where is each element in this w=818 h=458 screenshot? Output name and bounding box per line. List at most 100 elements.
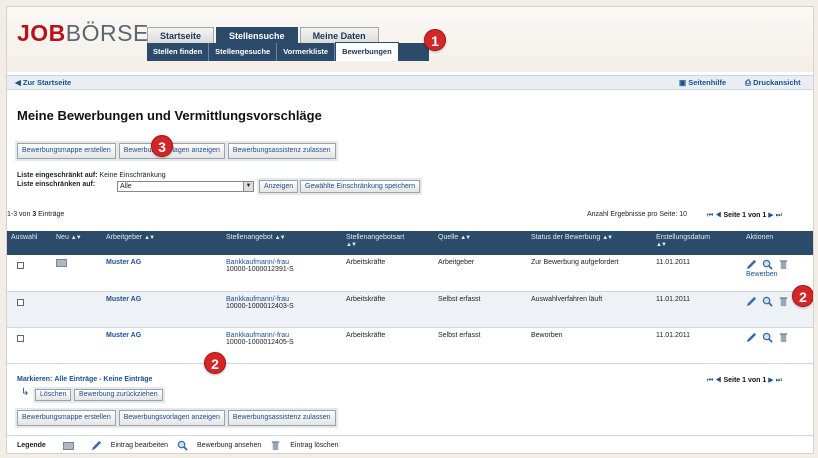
create-portfolio-button-bottom[interactable]: Bewerbungsmappe erstellen — [17, 410, 116, 426]
help-link[interactable]: ▣ Seitenhilfe — [679, 78, 726, 87]
offer-type: Arbeitskräfte — [342, 291, 434, 328]
col-stellenangebot[interactable]: Stellenangebot ▲▼ — [222, 231, 342, 255]
row-checkbox[interactable] — [17, 298, 24, 306]
row-actions — [742, 327, 813, 364]
trash-icon[interactable] — [778, 332, 789, 343]
next-page-icon[interactable]: ▶ — [768, 212, 773, 219]
back-link[interactable]: ◀ Zur Startseite — [15, 78, 71, 87]
subnav-bewerbungen[interactable]: Bewerbungen — [335, 42, 399, 61]
pencil-icon[interactable] — [746, 296, 757, 307]
first-page-icon[interactable]: ⏮ — [707, 212, 713, 219]
new-cell — [52, 327, 102, 364]
result-count-suffix: Einträge — [38, 211, 65, 218]
offer-cell[interactable]: Bankkaufmann/-frau 10000-1000012403-S — [222, 291, 342, 328]
logo[interactable]: JOBBÖRSE➤ — [17, 20, 159, 49]
row-checkbox[interactable] — [17, 334, 24, 342]
trash-icon[interactable] — [778, 296, 789, 307]
row-checkbox[interactable] — [17, 262, 24, 269]
allow-assistance-button[interactable]: Bewerbungsassistenz zulassen — [227, 143, 336, 159]
col-erstellungsdatum[interactable]: Erstellungsdatum ▲▼ — [652, 231, 742, 255]
col-neu-label: Neu — [56, 234, 69, 241]
tab-stellensuche[interactable]: Stellensuche — [216, 27, 298, 43]
magnifier-icon[interactable] — [762, 332, 773, 343]
next-page-icon[interactable]: ▶ — [768, 377, 773, 384]
apply-link[interactable]: Bewerben — [746, 271, 811, 278]
filter-value-restricted: Keine Einschränkung — [99, 172, 166, 179]
envelope-icon — [62, 441, 74, 450]
col-erstellungsdatum-label: Erstellungsdatum — [656, 234, 711, 241]
offer-type: Arbeitskräfte — [342, 327, 434, 364]
prev-page-icon[interactable]: ◀ — [715, 212, 721, 219]
callout-badge-3: 3 — [151, 135, 173, 157]
offer-type: Arbeitskräfte — [342, 255, 434, 292]
source: Arbeitgeber — [434, 255, 527, 292]
utility-bar: ◀ Zur Startseite ▣ Seitenhilfe ⎙ Druckan… — [7, 75, 813, 90]
application-status: Auswahlverfahren läuft — [527, 291, 652, 328]
magnifier-icon[interactable] — [762, 296, 773, 307]
trash-icon[interactable] — [778, 259, 789, 270]
tab-meine-daten[interactable]: Meine Daten — [299, 27, 379, 43]
source: Selbst erfasst — [434, 291, 527, 328]
table-header-row: Auswahl Neu ▲▼ Arbeitgeber ▲▼ Stellenang… — [7, 231, 813, 255]
result-count-prefix: 1-3 von — [7, 211, 31, 218]
last-page-icon[interactable]: ⏭ — [776, 212, 782, 219]
page-frame: JOBBÖRSE➤ Startseite Stellensuche Meine … — [6, 6, 814, 454]
delete-button[interactable]: Löschen — [35, 389, 72, 401]
col-neu[interactable]: Neu ▲▼ — [52, 231, 102, 255]
last-page-icon[interactable]: ⏭ — [776, 377, 782, 384]
col-quelle[interactable]: Quelle ▲▼ — [434, 231, 527, 255]
show-button[interactable]: Anzeigen — [259, 180, 299, 193]
sort-icon: ▲▼ — [144, 235, 155, 241]
print-link[interactable]: ⎙ Druckansicht — [745, 78, 801, 88]
offer-cell[interactable]: Bankkaufmann/-frau 10000-1000012391-S — [222, 255, 342, 292]
col-auswahl: Auswahl — [7, 231, 52, 255]
col-status[interactable]: Status der Bewerbung ▲▼ — [527, 231, 652, 255]
mark-all-link[interactable]: Alle Einträge — [54, 376, 97, 383]
results-per-page: Anzahl Ergebnisse pro Seite: 10 — [587, 211, 688, 218]
pencil-icon — [91, 440, 101, 451]
withdraw-button[interactable]: Bewerbung zurückziehen — [74, 389, 163, 401]
offer-title: Bankkaufmann/-frau — [226, 331, 290, 339]
filter-select[interactable]: Alle ▼ — [117, 181, 254, 192]
subnav-vormerkliste[interactable]: Vormerkliste — [277, 43, 336, 61]
offer-cell[interactable]: Bankkaufmann/-frau 10000-1000012405-S — [222, 327, 342, 364]
sort-icon: ▲▼ — [274, 235, 286, 241]
pencil-icon[interactable] — [746, 259, 757, 270]
application-status: Zur Bewerbung aufgefordert — [527, 255, 652, 292]
offer-id: 10000-1000012403-S — [226, 302, 294, 310]
sort-icon: ▲▼ — [460, 235, 471, 241]
employer-link[interactable]: Muster AG — [102, 291, 222, 328]
page-indicator: Seite 1 von 1 — [723, 212, 767, 219]
show-templates-button-bottom[interactable]: Bewerbungsvorlagen anzeigen — [118, 410, 225, 426]
allow-assistance-button-bottom[interactable]: Bewerbungsassistenz zulassen — [227, 410, 336, 426]
main-tabs: Startseite Stellensuche Meine Daten — [147, 27, 379, 43]
page-indicator: Seite 1 von 1 — [723, 377, 767, 384]
save-filter-button[interactable]: Gewählte Einschränkung speichern — [300, 180, 421, 193]
sort-icon: ▲▼ — [346, 242, 357, 248]
logo-borse: BÖRSE — [65, 20, 149, 46]
subnav-stellengesuche[interactable]: Stellengesuche — [209, 43, 278, 61]
header: JOBBÖRSE➤ Startseite Stellensuche Meine … — [7, 7, 813, 72]
offer-title: Bankkaufmann/-frau — [226, 295, 290, 303]
magnifier-icon — [177, 440, 188, 451]
prev-page-icon[interactable]: ◀ — [715, 377, 721, 384]
col-stellenangebotsart[interactable]: Stellenangebotsart ▲▼ — [342, 231, 434, 255]
tab-startseite[interactable]: Startseite — [147, 27, 215, 43]
col-stellenangebotsart-label: Stellenangebotsart — [346, 234, 405, 241]
sort-icon: ▲▼ — [602, 235, 613, 241]
col-arbeitgeber[interactable]: Arbeitgeber ▲▼ — [102, 231, 222, 255]
magnifier-icon[interactable] — [762, 259, 773, 270]
pencil-icon[interactable] — [746, 332, 757, 343]
subnav-stellen-finden[interactable]: Stellen finden — [147, 43, 210, 61]
employer-link[interactable]: Muster AG — [102, 255, 222, 292]
pager-bottom: ⏮ ◀ Seite 1 von 1 ▶ ⏭ — [707, 376, 782, 385]
mark-none-link[interactable]: Keine Einträge — [103, 376, 152, 383]
create-portfolio-button[interactable]: Bewerbungsmappe erstellen — [17, 143, 116, 159]
trash-icon — [272, 441, 280, 451]
logo-job: JOB — [17, 20, 66, 46]
first-page-icon[interactable]: ⏮ — [707, 377, 713, 384]
result-count: 1-3 von 3 Einträge — [7, 211, 64, 218]
legend-edit: Eintrag bearbeiten — [110, 442, 169, 449]
application-status: Beworben — [527, 327, 652, 364]
col-stellenangebot-label: Stellenangebot — [226, 234, 273, 241]
